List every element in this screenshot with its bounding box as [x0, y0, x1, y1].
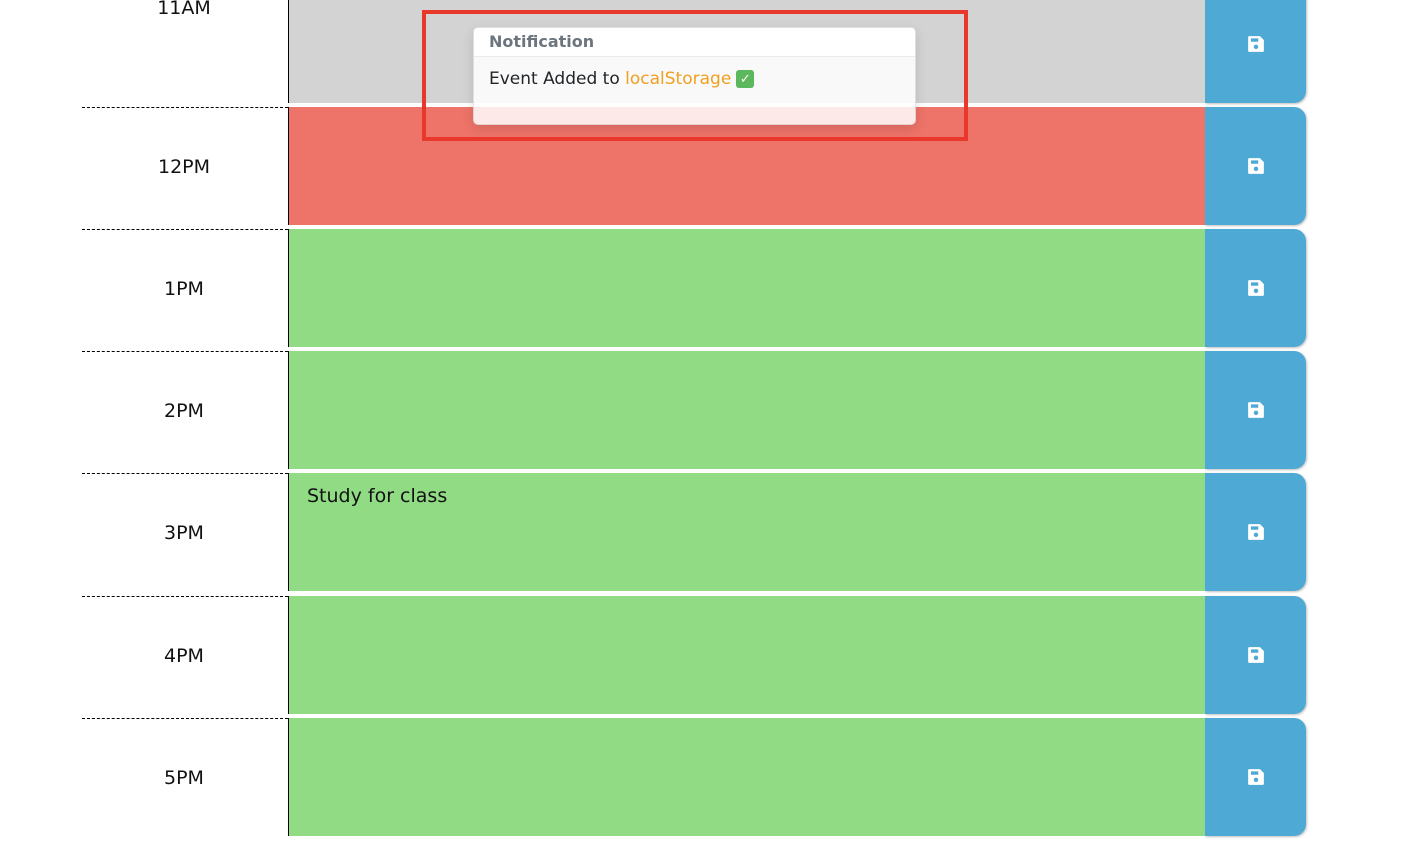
- save-icon: [1247, 647, 1264, 663]
- hour-label: 11AM: [157, 0, 211, 19]
- save-button[interactable]: [1205, 229, 1306, 347]
- hour-label: 2PM: [82, 351, 288, 469]
- time-block-2pm: 2PM: [82, 351, 1306, 469]
- check-icon: ✓: [736, 70, 755, 88]
- event-description-input[interactable]: [288, 229, 1205, 347]
- save-button[interactable]: [1205, 351, 1306, 469]
- save-button[interactable]: [1205, 596, 1306, 714]
- time-block-4pm: 4PM: [82, 596, 1306, 714]
- toast-message-text: Event Added to: [489, 69, 626, 89]
- save-button[interactable]: [1205, 107, 1306, 225]
- notification-toast: Notification Event Added to localStorage…: [473, 27, 916, 125]
- planner: 11AM 12PM 1PM 2PM 3PM Study for class 4P…: [0, 0, 1416, 842]
- time-block-3pm: 3PM Study for class: [82, 473, 1306, 591]
- save-icon: [1247, 769, 1264, 785]
- save-button[interactable]: [1205, 718, 1306, 836]
- toast-message: Event Added to localStorage ✓: [474, 57, 915, 101]
- time-block-5pm: 5PM: [82, 718, 1306, 836]
- hour-label: 4PM: [82, 596, 288, 714]
- hour-label: 5PM: [82, 718, 288, 836]
- save-button[interactable]: [1205, 473, 1306, 591]
- save-icon: [1247, 402, 1264, 418]
- save-icon: [1247, 280, 1264, 296]
- event-description-input[interactable]: [288, 351, 1205, 469]
- save-icon: [1247, 524, 1264, 540]
- save-icon: [1247, 158, 1264, 174]
- toast-title: Notification: [474, 28, 915, 57]
- hour-label: 1PM: [82, 229, 288, 347]
- event-description-input[interactable]: [288, 718, 1205, 836]
- save-icon: [1247, 36, 1264, 52]
- save-button[interactable]: [1205, 0, 1306, 103]
- event-description-input[interactable]: Study for class: [288, 473, 1205, 591]
- toast-message-highlight: localStorage: [625, 69, 732, 89]
- event-description-input[interactable]: [288, 596, 1205, 714]
- hour-label: 12PM: [82, 107, 288, 225]
- time-block-1pm: 1PM: [82, 229, 1306, 347]
- hour-label: 3PM: [82, 473, 288, 591]
